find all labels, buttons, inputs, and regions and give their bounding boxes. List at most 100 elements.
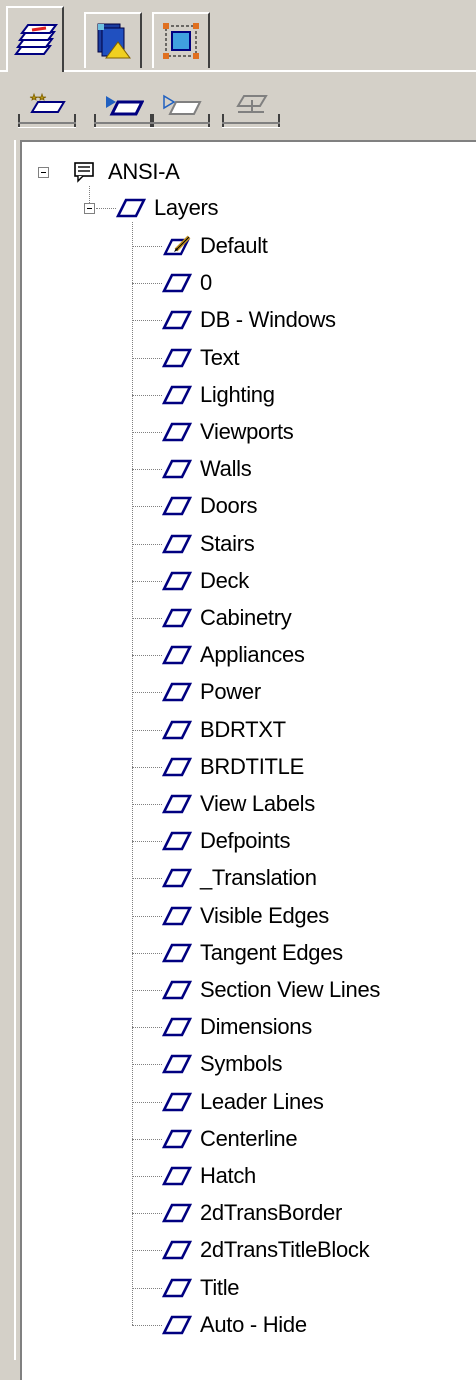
show-layer-button[interactable] <box>94 88 152 128</box>
tree-connector <box>132 990 162 991</box>
tree-connector <box>132 1138 162 1140</box>
layer-row[interactable]: Leader Lines <box>162 1084 324 1120</box>
layer-row[interactable]: BRDTITLE <box>162 749 304 785</box>
layer-row[interactable]: Centerline <box>162 1121 298 1157</box>
tab-selection[interactable] <box>152 12 210 68</box>
layer-row[interactable]: Dimensions <box>162 1009 312 1045</box>
tab-strip-edge <box>0 70 476 72</box>
layer-label: Centerline <box>200 1125 298 1151</box>
panel-left-edge-highlight <box>14 140 16 1360</box>
layer-row[interactable]: Lighting <box>162 377 275 413</box>
layers-tab-icon <box>14 24 58 55</box>
layer-row[interactable]: Symbols <box>162 1046 283 1082</box>
layer-label: 0 <box>200 270 212 296</box>
tab-strip <box>0 0 476 72</box>
layer-icon <box>162 1315 192 1335</box>
tree-connector <box>132 655 162 657</box>
layer-icon <box>162 869 192 888</box>
layer-icon <box>162 1017 192 1037</box>
tree-connector <box>132 469 162 471</box>
layer-icon <box>162 608 192 628</box>
layer-row[interactable]: Deck <box>162 563 249 599</box>
layer-row[interactable]: 2dTransBorder <box>162 1195 342 1231</box>
layer-row[interactable]: _Translation <box>162 860 317 896</box>
tree-connector <box>132 1287 162 1289</box>
layer-row[interactable]: 0 <box>162 265 212 301</box>
tree-connector <box>96 208 116 209</box>
layer-properties-icon <box>236 95 268 113</box>
layer-icon <box>162 1129 192 1149</box>
layer-icon <box>116 198 146 218</box>
new-layer-button[interactable] <box>18 88 76 128</box>
layer-label: BDRTXT <box>200 716 286 742</box>
layer-row[interactable]: Tangent Edges <box>162 935 343 971</box>
layer-row[interactable]: Auto - Hide <box>162 1307 307 1343</box>
root-collapse-toggle[interactable] <box>38 167 49 178</box>
layer-row[interactable]: Default <box>162 228 268 264</box>
tree-connector <box>132 506 162 508</box>
tab-views[interactable] <box>84 12 142 68</box>
layer-icon <box>162 683 192 702</box>
layer-properties-button[interactable] <box>222 88 280 128</box>
layer-label: Default <box>200 233 268 258</box>
layer-label: Leader Lines <box>200 1088 324 1114</box>
layer-row[interactable]: Power <box>162 674 261 710</box>
tree-connector <box>132 320 162 322</box>
layer-label: Deck <box>200 567 249 593</box>
hide-layer-icon <box>163 94 202 115</box>
layer-row[interactable]: Appliances <box>162 637 305 673</box>
tree-connector <box>132 915 162 917</box>
layer-row[interactable]: Walls <box>162 451 252 487</box>
sheet-icon <box>74 162 94 183</box>
layer-row[interactable]: 2dTransTitleBlock <box>162 1232 370 1268</box>
layer-row[interactable]: Viewports <box>162 414 294 450</box>
tree-connector <box>132 1250 162 1252</box>
layer-row[interactable]: DB - Windows <box>162 302 336 338</box>
layer-label: Hatch <box>200 1163 256 1188</box>
tree-connector <box>132 1064 162 1066</box>
tree-connector <box>132 1213 162 1215</box>
layer-icon <box>162 943 192 963</box>
views-tab-icon <box>97 23 131 59</box>
layer-icon <box>162 1166 192 1186</box>
tree-connector <box>132 432 162 433</box>
hide-layer-button[interactable] <box>152 88 210 128</box>
layer-label: _Translation <box>200 865 317 891</box>
layer-label: Defpoints <box>200 828 291 854</box>
layer-row[interactable]: Section View Lines <box>162 972 380 1008</box>
tree-connector <box>132 543 162 545</box>
tree-connector <box>132 766 162 768</box>
layer-label: Power <box>200 679 261 705</box>
layer-row[interactable]: Doors <box>162 488 257 524</box>
layer-row[interactable]: Text <box>162 340 239 376</box>
layer-label: 2dTransTitleBlock <box>200 1237 370 1263</box>
layer-row[interactable]: View Labels <box>162 786 315 822</box>
layer-label: Appliances <box>200 642 305 668</box>
layer-row[interactable]: Stairs <box>162 526 255 562</box>
layer-icon <box>162 273 192 293</box>
layer-row[interactable]: Title <box>162 1270 240 1306</box>
tree-connector <box>132 878 162 880</box>
layer-tree[interactable]: ANSI-A Layers Default 0 DB - Windows Text Li… <box>20 140 476 1380</box>
tree-node-root[interactable]: ANSI-A <box>70 154 180 190</box>
layer-label: Symbols <box>200 1051 283 1077</box>
layer-row[interactable]: Defpoints <box>162 823 291 859</box>
tree-connector <box>132 357 162 359</box>
layer-label: Title <box>200 1274 240 1300</box>
show-layer-icon <box>106 96 144 116</box>
button-edge <box>18 122 76 128</box>
tree-connector <box>132 952 162 954</box>
layer-label: Doors <box>200 493 258 519</box>
layer-icon <box>162 459 192 479</box>
layer-icon <box>162 534 192 553</box>
layer-row[interactable]: BDRTXT <box>162 712 286 748</box>
tab-layers[interactable] <box>6 6 64 72</box>
layer-icon <box>162 831 192 851</box>
layer-row[interactable]: Hatch <box>162 1158 256 1194</box>
layer-row[interactable]: Visible Edges <box>162 898 329 934</box>
layers-collapse-toggle[interactable] <box>84 203 95 214</box>
tree-node-layers-group[interactable]: Layers <box>116 190 219 226</box>
tree-connector <box>132 1027 162 1029</box>
button-edge <box>94 122 152 128</box>
layer-row[interactable]: Cabinetry <box>162 600 292 636</box>
